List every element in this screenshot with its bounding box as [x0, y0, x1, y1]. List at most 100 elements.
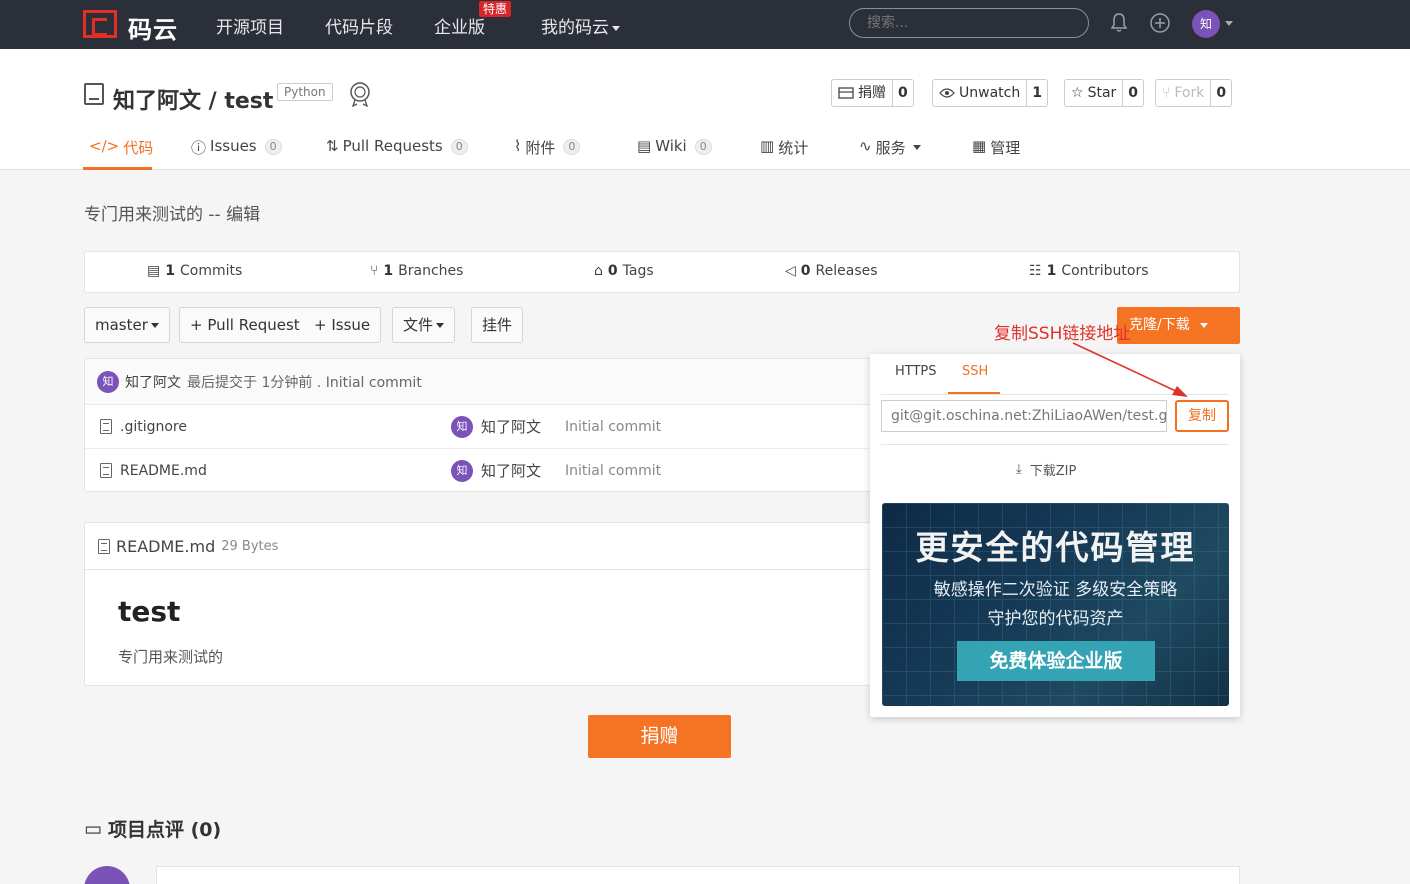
- avatar[interactable]: 知: [451, 415, 473, 438]
- tab-stats-label: 统计: [778, 139, 809, 157]
- file-author[interactable]: 知了阿文: [481, 416, 541, 437]
- tab-manage[interactable]: ▦ 管理: [972, 133, 1020, 170]
- tab-https[interactable]: HTTPS: [895, 364, 937, 379]
- commit-author[interactable]: 知了阿文: [125, 372, 181, 392]
- branches-label: Branches: [398, 263, 464, 279]
- tab-wiki[interactable]: ▤ Wiki 0: [637, 133, 712, 170]
- tab-services[interactable]: ∿ 服务: [859, 133, 921, 170]
- clone-download-button[interactable]: 克隆/下载: [1117, 307, 1240, 344]
- tab-wiki-count: 0: [694, 139, 712, 155]
- donate-count: 0: [892, 80, 913, 106]
- releases-label: Releases: [815, 263, 878, 279]
- new-issue-button[interactable]: + Issue: [304, 307, 382, 343]
- clone-label: 克隆/下载: [1129, 317, 1190, 333]
- donate-action-button[interactable]: 捐赠 0: [831, 79, 914, 107]
- tab-attachments[interactable]: ⌇ 附件 0: [514, 133, 581, 170]
- plus-circle-icon[interactable]: [1148, 11, 1172, 35]
- unwatch-button[interactable]: Unwatch 1: [932, 79, 1048, 107]
- new-pull-request-button[interactable]: + Pull Request: [179, 307, 311, 343]
- contributors-label: Contributors: [1061, 263, 1149, 279]
- stat-contributors[interactable]: ☷ 1 Contributors: [1029, 263, 1149, 279]
- stat-releases[interactable]: ◁ 0 Releases: [785, 263, 878, 279]
- tab-services-label: 服务: [875, 139, 906, 157]
- paperclip-icon: ⌇: [514, 137, 522, 155]
- avatar[interactable]: 知: [97, 370, 119, 393]
- download-zip-label: 下载ZIP: [1029, 464, 1077, 479]
- unwatch-label: Unwatch: [959, 85, 1021, 101]
- book-icon: ▤: [637, 137, 652, 155]
- releases-count: 0: [800, 263, 811, 279]
- tab-stats[interactable]: ▥ 统计: [760, 133, 808, 170]
- fork-button[interactable]: ⑂ Fork 0: [1155, 79, 1233, 107]
- tab-attachments-label: 附件: [525, 139, 556, 157]
- commits-label: Commits: [179, 263, 243, 279]
- code-icon: </>: [89, 137, 120, 155]
- stat-branches[interactable]: ⑂ 1 Branches: [370, 263, 463, 279]
- nav-my-gitee-label: 我的码云: [541, 18, 609, 38]
- ssh-url-field[interactable]: git@git.oschina.net:ZhiLiaoAWen/test.git: [881, 400, 1167, 432]
- readme-header: README.md 29 Bytes: [85, 523, 913, 570]
- table-row[interactable]: .gitignore 知知了阿文 Initial commit: [85, 405, 913, 449]
- promo-cta-button[interactable]: 免费体验企业版: [957, 641, 1155, 681]
- chevron-down-icon: [150, 323, 159, 328]
- tab-issues[interactable]: ⓘ Issues 0: [191, 133, 282, 170]
- chevron-down-icon[interactable]: [1225, 21, 1233, 26]
- copy-button[interactable]: 复制: [1175, 400, 1229, 432]
- comment-icon: ▭: [84, 817, 102, 840]
- search-input[interactable]: [849, 8, 1089, 38]
- star-icon: ☆: [1071, 85, 1084, 101]
- branch-icon: ⑂: [370, 263, 379, 279]
- language-tag[interactable]: Python: [277, 83, 333, 101]
- logo-text[interactable]: 码云: [128, 10, 178, 45]
- stat-tags[interactable]: ⌂ 0 Tags: [594, 263, 654, 279]
- enterprise-promo-banner[interactable]: 更安全的代码管理 敏感操作二次验证 多级安全策略 守护您的代码资产 免费体验企业…: [882, 503, 1229, 706]
- tab-issues-label: Issues: [210, 137, 257, 155]
- tab-pr-count: 0: [450, 139, 468, 155]
- branch-select[interactable]: master: [84, 307, 170, 343]
- commit-meta[interactable]: 最后提交于 1分钟前 . Initial commit: [187, 372, 422, 392]
- file-name[interactable]: .gitignore: [120, 419, 187, 435]
- nav-snippets[interactable]: 代码片段: [325, 13, 393, 38]
- file-name[interactable]: README.md: [120, 463, 207, 479]
- tab-code[interactable]: </> 代码: [89, 133, 153, 170]
- readme-body: 专门用来测试的: [118, 648, 224, 666]
- branch-label: master: [95, 316, 148, 334]
- file-icon: [100, 463, 112, 478]
- files-dropdown[interactable]: 文件: [392, 307, 456, 343]
- fork-label: Fork: [1174, 85, 1205, 101]
- tab-issues-count: 0: [264, 139, 282, 155]
- file-icon: [100, 419, 112, 434]
- chevron-down-icon: [1199, 322, 1208, 328]
- project-header: 知了阿文 / test Python 捐赠 0 Unwatch 1 ☆ Star …: [0, 49, 1410, 170]
- star-button[interactable]: ☆ Star 0: [1064, 79, 1145, 107]
- donate-action-label: 捐赠: [858, 85, 886, 101]
- clone-dropdown: HTTPS SSH git@git.oschina.net:ZhiLiaoAWe…: [870, 354, 1240, 717]
- latest-commit-row: 知 知了阿文 最后提交于 1分钟前 . Initial commit: [85, 359, 913, 405]
- tab-ssh[interactable]: SSH: [962, 364, 988, 379]
- issue-icon: ⓘ: [191, 139, 207, 157]
- nav-my-gitee[interactable]: 我的码云: [541, 13, 620, 38]
- nav-open-source[interactable]: 开源项目: [216, 13, 284, 38]
- comment-input[interactable]: [156, 866, 1240, 884]
- star-label: Star: [1087, 85, 1117, 101]
- user-avatar[interactable]: 知: [1192, 10, 1220, 38]
- file-commit-message[interactable]: Initial commit: [565, 463, 661, 479]
- table-row[interactable]: README.md 知知了阿文 Initial commit: [85, 449, 913, 491]
- donate-button[interactable]: 捐赠: [588, 715, 731, 758]
- file-author[interactable]: 知了阿文: [481, 460, 541, 481]
- bell-icon[interactable]: [1107, 11, 1131, 35]
- download-zip-link[interactable]: ⤓ 下载ZIP: [1016, 460, 1076, 479]
- award-icon[interactable]: [348, 81, 372, 107]
- gitee-logo-icon[interactable]: [83, 10, 117, 38]
- readme-size: 29 Bytes: [221, 538, 279, 554]
- pulse-icon: ∿: [859, 137, 872, 155]
- tab-pull-requests[interactable]: ⇅ Pull Requests 0: [326, 133, 468, 170]
- repo-title[interactable]: 知了阿文 / test: [113, 83, 273, 115]
- chevron-down-icon: [912, 145, 921, 150]
- stat-commits[interactable]: ▤ 1 Commits: [147, 263, 242, 279]
- widgets-button[interactable]: 挂件: [471, 307, 524, 343]
- nav-enterprise[interactable]: 企业版: [434, 13, 485, 38]
- contributors-count: 1: [1046, 263, 1057, 279]
- avatar[interactable]: 知: [451, 459, 473, 482]
- file-commit-message[interactable]: Initial commit: [565, 419, 661, 435]
